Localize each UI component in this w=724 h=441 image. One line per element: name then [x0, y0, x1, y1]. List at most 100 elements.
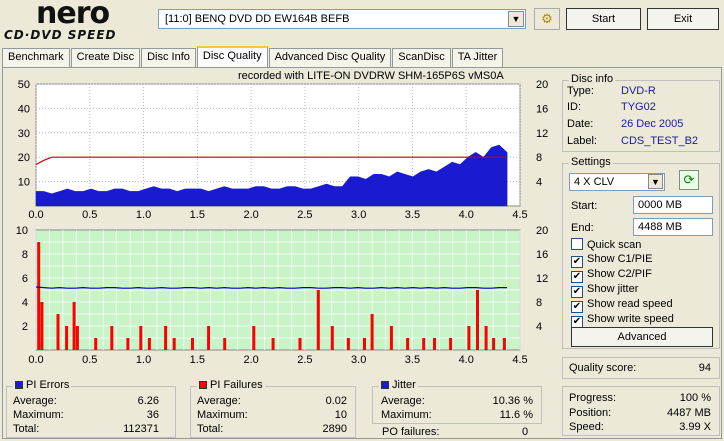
drive-select[interactable]: [11:0] BENQ DVD DD EW164B BEFB ▼	[158, 9, 526, 29]
nero-logo: nero	[36, 0, 110, 31]
tab-create-disc[interactable]: Create Disc	[70, 48, 141, 68]
position-value: 4487 MB	[666, 407, 711, 419]
jitter-title: Jitter	[379, 379, 418, 391]
tab-ta-jitter[interactable]: TA Jitter	[451, 48, 504, 68]
show-c2-checkbox[interactable]: ✔ Show C2/PIF	[571, 268, 652, 283]
jitter-group: Jitter Average: 10.36 % Maximum: 11.6 %	[372, 379, 542, 424]
advanced-button[interactable]: Advanced	[571, 327, 713, 347]
type-label: Type:	[567, 85, 594, 97]
date-value: 26 Dec 2005	[621, 118, 684, 130]
pif-bar	[75, 326, 79, 350]
show-write-speed-checkbox[interactable]: ✔ Show write speed	[571, 313, 674, 328]
pif-bar	[330, 326, 334, 350]
tab-disc-info[interactable]: Disc Info	[141, 48, 196, 68]
jitter-title-text: Jitter	[392, 379, 416, 391]
status-group: Progress: 100 % Position: 4487 MB Speed:…	[562, 386, 720, 436]
pi-failures-max-label: Maximum:	[197, 409, 248, 421]
pi-errors-title: PI Errors	[13, 379, 72, 391]
chart1-y2-tick-label: 4	[536, 177, 542, 189]
pi-errors-avg-value: 6.26	[137, 395, 159, 407]
jitter-avg-value: 10.36 %	[492, 395, 533, 407]
cd-dvd-speed-logo: CD·DVD SPEED	[4, 28, 117, 42]
quick-scan-checkbox[interactable]: Quick scan	[571, 238, 641, 251]
chart1-y2-tick-label: 16	[536, 103, 548, 115]
chart1-x-tick-label: 3.0	[351, 209, 366, 221]
chart1-x-tick-label: 1.0	[136, 209, 151, 221]
progress-value: 100 %	[679, 392, 711, 404]
pif-bar	[316, 290, 320, 350]
quality-score-label: Quality score:	[569, 362, 637, 374]
tab-disc-quality[interactable]: Disc Quality	[196, 46, 268, 68]
show-jitter-label: Show jitter	[587, 283, 639, 295]
show-read-speed-checkbox[interactable]: ✔ Show read speed	[571, 298, 673, 313]
drive-select-value: [11:0] BENQ DVD DD EW164B BEFB	[165, 13, 350, 25]
settings-group: Settings 4 X CLV ▼ ⟳ Start: End: Quick s…	[562, 156, 720, 349]
checkbox-icon[interactable]	[571, 238, 583, 250]
pif-bar	[40, 302, 44, 350]
checkbox-icon[interactable]: ✔	[571, 271, 583, 283]
pi-failures-avg-value: 0.02	[325, 395, 347, 407]
chart2-y-tick-label: 10	[16, 225, 28, 237]
start-input[interactable]	[633, 196, 713, 214]
chart2-y2-tick-label: 16	[536, 249, 548, 261]
refresh-speeds-icon[interactable]: ⟳	[679, 170, 699, 190]
charts-svg: 10 20 30 40 50 4 8 12 16 20 0.0 0.5 1.0 1.5 2.0 2.5 3.0 3…	[16, 79, 549, 366]
end-input[interactable]	[633, 218, 713, 236]
end-label: End:	[571, 222, 594, 234]
jitter-max-label: Maximum:	[381, 409, 432, 421]
pif-bar	[449, 338, 453, 350]
pif-bar	[492, 338, 496, 350]
show-read-speed-label: Show read speed	[587, 298, 673, 310]
chart2-x-tick-label: 0.0	[28, 354, 43, 366]
chart2-y-tick-label: 2	[22, 321, 28, 333]
checkbox-icon[interactable]: ✔	[571, 301, 583, 313]
pif-bar	[252, 326, 256, 350]
pif-bar	[37, 242, 41, 350]
speed-label: Speed:	[569, 421, 604, 433]
chart2-y-tick-label: 4	[22, 297, 28, 309]
chart1-x-tick-label: 4.0	[459, 209, 474, 221]
chart2-x-tick-label: 3.0	[351, 354, 366, 366]
speed-select[interactable]: 4 X CLV ▼	[569, 173, 665, 191]
start-button[interactable]: Start	[566, 8, 641, 30]
disc-info-title: Disc info	[569, 73, 616, 85]
chart2-y2-tick-label: 20	[536, 225, 548, 237]
pi-failures-total-label: Total:	[197, 423, 224, 435]
chart1-x-tick-label: 1.5	[190, 209, 205, 221]
checkbox-icon[interactable]: ✔	[571, 286, 583, 298]
pif-bar	[502, 338, 506, 350]
start-label: Start:	[571, 200, 598, 212]
pif-bar	[172, 338, 176, 350]
pif-bar	[65, 326, 69, 350]
chart1-x-tick-label: 4.5	[512, 209, 527, 221]
chart2-x-tick-label: 1.0	[136, 354, 151, 366]
show-c1-label: Show C1/PIE	[587, 253, 653, 265]
chart2-x-tick-label: 2.0	[243, 354, 258, 366]
chart2-y-tick-label: 8	[22, 249, 28, 261]
refresh-drive-icon[interactable]: ⚙	[534, 8, 560, 30]
position-label: Position:	[569, 407, 612, 419]
recorded-with-label: recorded with LITE-ON DVDRW SHM-165P6S v…	[238, 70, 504, 82]
speed-value: 3.99 X	[679, 421, 711, 433]
chart1-x-tick-label: 0.5	[82, 209, 97, 221]
show-c1-checkbox[interactable]: ✔ Show C1/PIE	[571, 253, 652, 268]
chart2-y2-tick-label: 4	[536, 321, 542, 333]
tab-benchmark[interactable]: Benchmark	[2, 48, 70, 68]
pif-bar	[363, 338, 366, 350]
chevron-down-icon[interactable]: ▼	[648, 174, 663, 189]
checkbox-icon[interactable]: ✔	[571, 256, 583, 268]
pif-bar	[72, 302, 76, 350]
chart2-x-tick-label: 0.5	[82, 354, 97, 366]
chart1-y-tick-label: 30	[18, 128, 30, 140]
tab-advanced-disc-quality[interactable]: Advanced Disc Quality	[268, 48, 392, 68]
chevron-down-icon[interactable]: ▼	[508, 11, 524, 27]
show-jitter-checkbox[interactable]: ✔ Show jitter	[571, 283, 638, 298]
pif-bar	[207, 326, 211, 350]
tab-bar: Benchmark Create Disc Disc Info Disc Qua…	[2, 46, 504, 68]
exit-button[interactable]: Exit	[647, 8, 719, 30]
chart2-x-tick-label: 2.5	[297, 354, 312, 366]
tab-scandisc[interactable]: ScanDisc	[392, 48, 451, 68]
disc-info-group: Disc info Type: DVD-R ID: TYG02 Date: 26…	[562, 73, 720, 152]
pi-failures-max-value: 10	[334, 409, 347, 421]
jitter-max-value: 11.6 %	[499, 409, 533, 421]
